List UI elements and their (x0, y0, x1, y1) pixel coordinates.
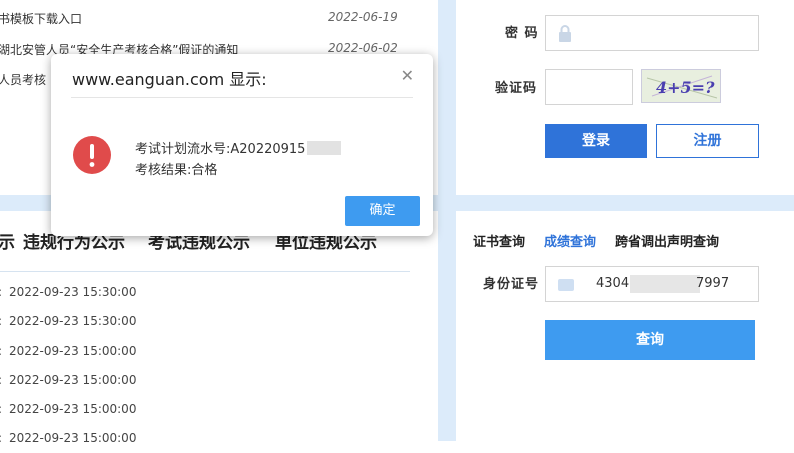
id-number-input[interactable]: 4304 7997 (545, 266, 759, 302)
column-divider (438, 0, 456, 441)
list-time: 2022-09-23 15:00:00 (9, 373, 137, 387)
id-suffix: 7997 (696, 276, 730, 291)
list-bullet: : (0, 373, 2, 387)
tab-score-query[interactable]: 成绩查询 (544, 231, 596, 250)
id-number-label: 身份证号 (483, 277, 540, 292)
id-prefix: 4304 (596, 276, 630, 291)
captcha-label: 验证码 (495, 81, 538, 96)
password-label: 密 码 (505, 26, 539, 41)
section-divider (456, 195, 794, 211)
list-time: 2022-09-23 15:00:00 (9, 431, 137, 445)
news-title[interactable]: 书模板下载入口 (0, 10, 308, 27)
tab-certificate-query[interactable]: 证书查询 (473, 231, 525, 250)
list-time: 2022-09-23 15:00:00 (9, 402, 137, 416)
login-button[interactable]: 登录 (545, 124, 647, 158)
dialog-message-line1: 考试计划流水号:A20220915 (135, 138, 342, 157)
news-date: 2022-06-02 (328, 41, 398, 55)
close-icon[interactable]: ✕ (401, 68, 414, 84)
query-button[interactable]: 查询 (545, 320, 755, 360)
tab-partial[interactable]: 示 (0, 228, 15, 253)
dialog-message-line2: 考核结果:合格 (135, 163, 218, 178)
alert-dialog: www.eanguan.com 显示: ✕ 考试计划流水号:A20220915 … (51, 54, 433, 236)
list-bullet: : (0, 431, 2, 445)
captcha-text: 4+5=? (656, 78, 715, 97)
register-button[interactable]: 注册 (656, 124, 759, 158)
exam-plan-number: 考试计划流水号:A20220915 (135, 142, 306, 157)
news-date: 2022-06-19 (328, 10, 398, 24)
dialog-divider (71, 97, 413, 98)
dialog-title: www.eanguan.com 显示: (72, 70, 267, 89)
list-bullet: : (0, 344, 2, 358)
id-card-icon (558, 279, 574, 291)
lock-icon (558, 25, 572, 43)
redaction-mask (630, 275, 700, 293)
tab-cross-province-query[interactable]: 跨省调出声明查询 (615, 231, 719, 250)
redaction-mask (307, 141, 342, 155)
news-item[interactable]: 书模板下载入口 2022-06-19 (0, 10, 420, 36)
tabs-underline (0, 271, 410, 272)
list-bullet: : (0, 314, 2, 328)
error-icon (73, 136, 111, 174)
list-time: 2022-09-23 15:30:00 (9, 285, 137, 299)
list-time: 2022-09-23 15:00:00 (9, 344, 137, 358)
list-bullet: : (0, 285, 2, 299)
ok-button[interactable]: 确定 (345, 196, 420, 226)
list-time: 2022-09-23 15:30:00 (9, 314, 137, 328)
password-input[interactable] (545, 15, 759, 51)
captcha-input[interactable] (545, 69, 633, 105)
list-bullet: : (0, 402, 2, 416)
captcha-image[interactable]: 4+5=? (641, 69, 721, 103)
